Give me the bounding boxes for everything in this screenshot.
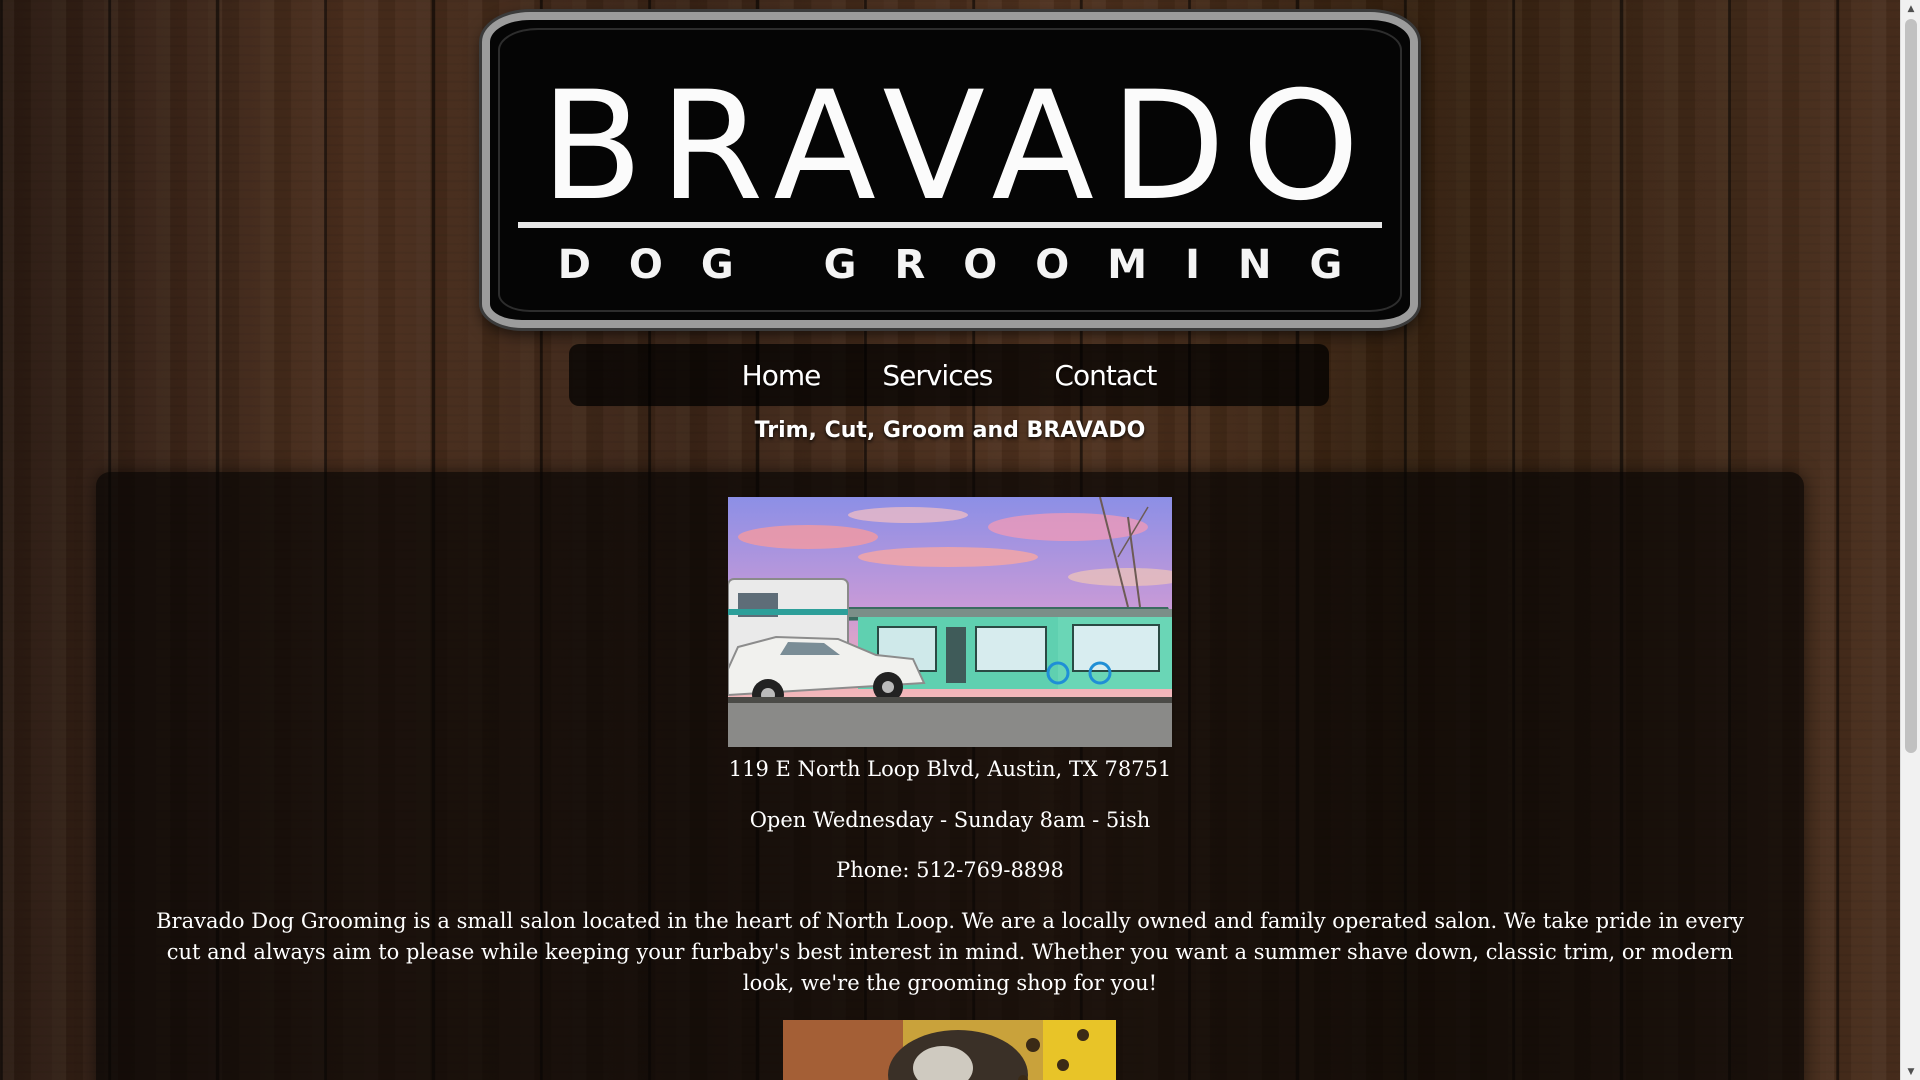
nav-services-link[interactable]: Services xyxy=(882,359,993,392)
phone-text: Phone: 512-769-8898 xyxy=(836,858,1064,882)
scrollbar-thumb[interactable] xyxy=(1905,19,1917,753)
hours-text: Open Wednesday - Sunday 8am - 5ish xyxy=(749,808,1151,832)
dog-photo xyxy=(783,1020,1116,1080)
triangle-up-icon[interactable]: ▲ xyxy=(1901,0,1920,17)
logo-subtitle: DOG GROOMING xyxy=(557,242,1381,288)
nav-home-link[interactable]: Home xyxy=(742,359,822,392)
site-logo[interactable]: BRAVADO DOG GROOMING xyxy=(482,12,1418,328)
storefront-photo xyxy=(728,497,1172,747)
main-nav: Home Services Contact xyxy=(569,344,1329,406)
page-scrollbar[interactable]: ▲ ▼ xyxy=(1900,0,1920,1080)
about-paragraph: Bravado Dog Grooming is a small salon lo… xyxy=(156,909,1744,995)
nav-contact-link[interactable]: Contact xyxy=(1054,359,1157,392)
tagline: Trim, Cut, Groom and BRAVADO xyxy=(754,418,1146,443)
logo-divider xyxy=(518,222,1382,228)
address-text: 119 E North Loop Blvd, Austin, TX 78751 xyxy=(728,757,1172,781)
triangle-down-icon[interactable]: ▼ xyxy=(1901,1063,1920,1080)
logo-title: BRAVADO xyxy=(540,60,1376,234)
